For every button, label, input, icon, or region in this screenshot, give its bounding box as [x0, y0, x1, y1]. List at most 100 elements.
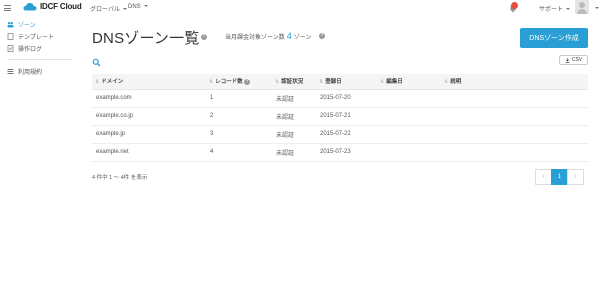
cell-domain[interactable]: example.com — [92, 89, 206, 108]
column-header-status[interactable]: ⇅ 認証状況 — [272, 74, 316, 90]
nav-global-dropdown[interactable]: グローバル — [90, 4, 127, 13]
column-header-domain[interactable]: ⇅ ドメイン — [92, 74, 206, 90]
csv-label: CSV — [571, 57, 583, 63]
sidebar: ゾーン テンプレート 操作ログ 利用規約 — [0, 18, 80, 77]
sidebar-item-label: ゾーン — [18, 22, 36, 29]
cell-edited — [377, 89, 441, 108]
cell-records: 4 — [206, 143, 272, 162]
table-row[interactable]: example.net 4 未認証 2015-07-23 — [92, 143, 588, 162]
create-zone-button[interactable]: DNSゾーン作成 — [520, 28, 588, 48]
table-row[interactable]: example.com 1 未認証 2015-07-20 — [92, 89, 588, 108]
table-header-row: ⇅ドメイン ⇅レコード数 ⇅認証状況 ⇅登録日 ⇅編集日 ⇅説明 — [92, 74, 588, 90]
nav-global-label: グローバル — [90, 7, 120, 13]
chevron-down-icon — [566, 8, 571, 11]
sidebar-item-zone[interactable]: ゾーン — [0, 18, 80, 30]
column-header-label: ドメイン — [101, 79, 124, 86]
avatar-body — [577, 9, 587, 14]
csv-download-button[interactable]: CSV — [559, 55, 588, 65]
sidebar-item-label: テンプレート — [18, 34, 54, 41]
log-icon — [7, 44, 14, 52]
cell-status: 未認証 — [272, 125, 316, 144]
cell-edited — [377, 143, 441, 162]
notification-badge — [511, 2, 518, 9]
column-header-registered[interactable]: ⇅ 登録日 — [316, 74, 377, 90]
nav-dns-label: DNS — [128, 4, 141, 10]
pagination: ‹ 1 › — [535, 169, 584, 185]
zone-table: ⇅ドメイン ⇅レコード数 ⇅認証状況 ⇅登録日 ⇅編集日 ⇅説明 example… — [92, 74, 588, 162]
cloud-logo-icon — [23, 2, 37, 11]
help-icon[interactable] — [201, 33, 207, 40]
prev-page-button[interactable]: ‹ — [535, 169, 552, 185]
nav-dns-dropdown[interactable]: DNS — [128, 4, 148, 10]
column-header-label: レコード数 — [215, 79, 243, 86]
next-page-button[interactable]: › — [567, 169, 584, 185]
cell-records: 2 — [206, 107, 272, 126]
sort-icon: ⇅ — [444, 79, 449, 86]
column-header-label: 登録日 — [325, 79, 342, 86]
cell-registered: 2015-07-23 — [316, 143, 377, 162]
support-label: サポート — [539, 7, 564, 13]
chevron-down-icon — [122, 8, 127, 11]
cell-status: 未認証 — [272, 89, 316, 108]
sort-icon: ⇅ — [275, 79, 280, 86]
cell-description — [441, 89, 588, 108]
cell-edited — [377, 107, 441, 126]
sidebar-item-label: 利用規約 — [18, 69, 43, 76]
notification-bell-icon[interactable] — [508, 2, 518, 13]
cell-domain[interactable]: example.net — [92, 143, 206, 162]
cell-status: 未認証 — [272, 143, 316, 162]
table-row[interactable]: example.co.jp 2 未認証 2015-07-21 — [92, 107, 588, 126]
brand-name: IDCF Cloud — [40, 2, 82, 11]
page-button-current[interactable]: 1 — [551, 169, 568, 185]
zone-count: 当月課金対象ゾーン数 4 ゾーン — [225, 31, 311, 41]
cell-registered: 2015-07-20 — [316, 89, 377, 108]
chevron-down-icon[interactable] — [595, 7, 599, 9]
zone-count-suffix: ゾーン — [293, 35, 312, 41]
sort-icon: ⇅ — [209, 79, 214, 86]
terms-icon — [7, 68, 14, 75]
cell-edited — [377, 125, 441, 144]
column-header-description[interactable]: ⇅ 説明 — [441, 74, 588, 90]
cell-description — [441, 107, 588, 126]
pagination-info: 4 件中 1 ～ 4件 を表示 — [92, 175, 148, 181]
zone-icon — [7, 21, 14, 28]
column-header-records[interactable]: ⇅ レコード数 — [206, 74, 272, 90]
sort-icon: ⇅ — [95, 79, 100, 86]
page-title: DNSゾーン一覧 — [92, 30, 200, 47]
zone-count-value: 4 — [286, 31, 292, 41]
top-bar: IDCF Cloud グローバル DNS サポート — [0, 0, 600, 16]
avatar-head — [579, 2, 585, 8]
template-icon — [7, 32, 14, 40]
cell-status: 未認証 — [272, 107, 316, 126]
support-dropdown[interactable]: サポート — [539, 4, 571, 13]
search-icon[interactable] — [92, 54, 101, 67]
cell-records: 3 — [206, 125, 272, 144]
column-header-label: 説明 — [450, 79, 462, 86]
download-icon — [565, 57, 570, 63]
cell-records: 1 — [206, 89, 272, 108]
help-icon[interactable] — [244, 78, 251, 85]
help-icon[interactable] — [319, 32, 325, 39]
chevron-down-icon — [143, 5, 148, 8]
cell-domain[interactable]: example.jp — [92, 125, 206, 144]
sort-icon: ⇅ — [319, 79, 324, 86]
column-header-label: 認証状況 — [281, 79, 304, 86]
cell-description — [441, 125, 588, 144]
cell-domain[interactable]: example.co.jp — [92, 107, 206, 126]
menu-icon[interactable] — [4, 5, 11, 11]
column-header-label: 編集日 — [386, 79, 403, 86]
cell-registered: 2015-07-21 — [316, 107, 377, 126]
cell-description — [441, 143, 588, 162]
zone-count-prefix: 当月課金対象ゾーン数 — [225, 35, 285, 41]
table-row[interactable]: example.jp 3 未認証 2015-07-22 — [92, 125, 588, 144]
column-header-edited[interactable]: ⇅ 編集日 — [377, 74, 441, 90]
avatar[interactable] — [575, 0, 589, 14]
sidebar-item-terms[interactable]: 利用規約 — [0, 65, 80, 77]
sort-icon: ⇅ — [380, 79, 385, 86]
logo[interactable]: IDCF Cloud — [23, 2, 82, 11]
sidebar-item-template[interactable]: テンプレート — [0, 30, 80, 42]
cell-registered: 2015-07-22 — [316, 125, 377, 144]
sidebar-item-label: 操作ログ — [18, 46, 43, 53]
sidebar-item-log[interactable]: 操作ログ — [0, 42, 80, 54]
sidebar-divider — [7, 59, 73, 60]
